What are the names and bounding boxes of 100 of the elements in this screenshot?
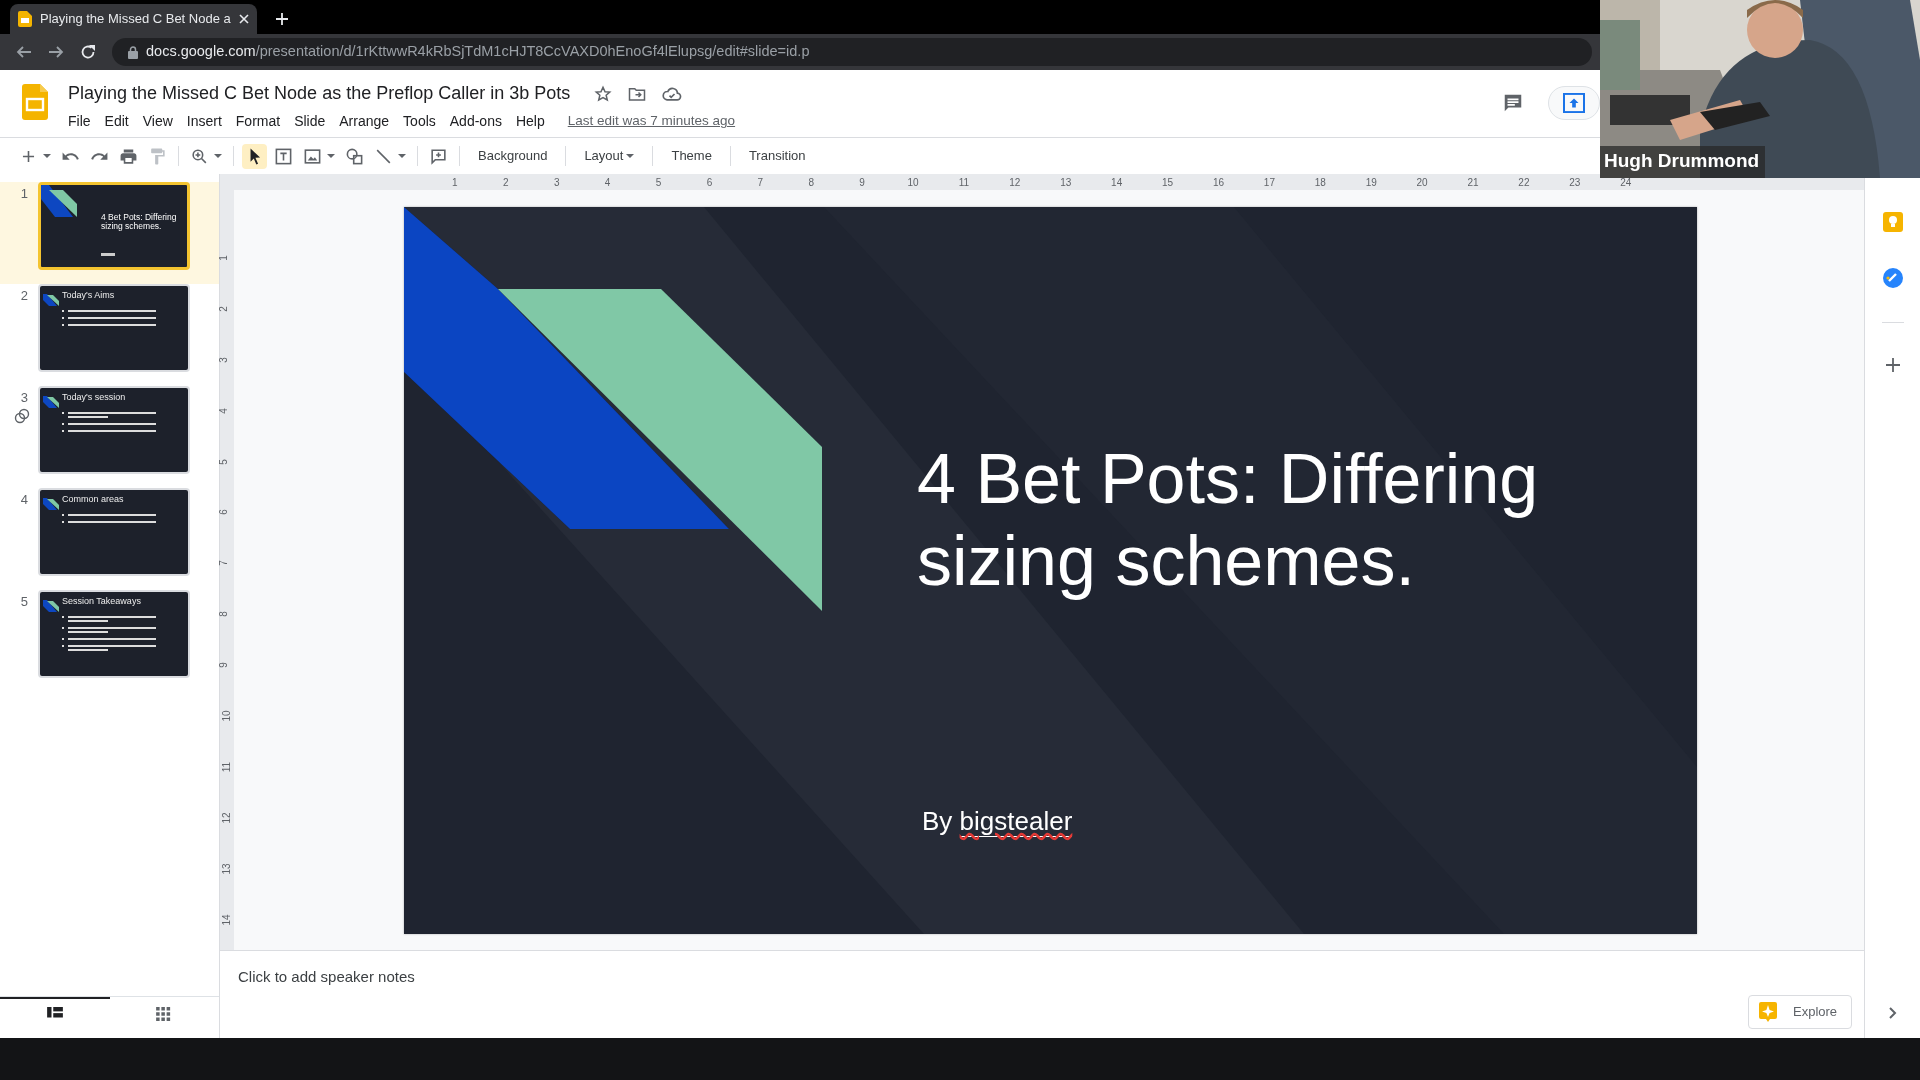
tab-title: Playing the Missed C Bet Node a	[40, 10, 231, 29]
close-icon[interactable]	[238, 14, 249, 24]
ruler-number: 11	[958, 176, 970, 190]
grid-view-icon	[156, 1007, 173, 1021]
text-box-icon	[274, 146, 293, 166]
explore-button[interactable]: Explore	[1748, 995, 1853, 1029]
toolbar-text-button[interactable]: Layout	[574, 143, 645, 169]
ruler-number: 7	[757, 176, 764, 190]
back-icon[interactable]	[16, 44, 32, 60]
url-text: docs.google.com/presentation/d/1rKttwwR4kRbSjTdM1cHJT8CcVAXD0hEnoGf4lElupsg/edit#slide=id.p	[146, 42, 810, 62]
stripe-drawing	[43, 496, 59, 510]
menu-item[interactable]: Edit	[97, 109, 136, 134]
print-icon	[119, 146, 138, 166]
ruler-number: 12	[220, 812, 234, 824]
ruler-number: 1	[452, 176, 458, 190]
lock-icon	[128, 45, 138, 59]
slide-thumbnail[interactable]: Today's session	[38, 386, 190, 474]
slide-byline: By bigstealer	[922, 805, 1073, 839]
toolbar-button[interactable]	[242, 143, 267, 169]
slide-number: 3	[19, 389, 29, 407]
menu-item[interactable]: Arrange	[332, 109, 397, 134]
toolbar-text-button[interactable]: Theme	[661, 143, 722, 169]
ruler-number: 9	[859, 176, 865, 190]
menu-item[interactable]: File	[61, 109, 98, 134]
speaker-notes-field[interactable]: Click to add speaker notes	[236, 965, 836, 990]
thumbnail-title: 4 Bet Pots: Differing sizing schemes.	[101, 213, 178, 232]
ruler-number: 17	[1263, 176, 1275, 190]
address-bar[interactable]: docs.google.com/presentation/d/1rKttwwR4kRbSjTdM1cHJT8CcVAXD0hEnoGf4lElupsg/edit#slide=id.p	[112, 38, 1592, 66]
slides-logo-icon	[18, 11, 32, 27]
slide-thumbnail[interactable]: 4 Bet Pots: Differing sizing schemes.	[38, 182, 190, 270]
star-icon[interactable]	[594, 84, 613, 103]
filmstrip-view-icon	[46, 1007, 63, 1021]
check-circle-icon[interactable]	[1882, 268, 1903, 288]
caret-icon	[214, 154, 222, 158]
ruler-number: 19	[1365, 176, 1377, 190]
reload-icon[interactable]	[80, 44, 96, 60]
slide-number: 2	[19, 287, 29, 305]
slide-thumbnail[interactable]: Session Takeaways	[38, 590, 190, 678]
ruler-number: 12	[1009, 176, 1021, 190]
slide-number: 1	[19, 185, 29, 203]
ruler-number: 14	[1111, 176, 1123, 190]
menu-item[interactable]: Slide	[287, 109, 333, 134]
zoom-icon	[190, 146, 209, 166]
document-title[interactable]: Playing the Missed C Bet Node as the Preflop Caller in 3b Pots	[68, 80, 571, 107]
menu-item[interactable]: Insert	[179, 109, 229, 134]
ruler-number: 14	[220, 914, 234, 926]
forward-icon[interactable]	[48, 44, 64, 60]
ruler-number: 16	[1212, 176, 1225, 190]
ruler-number: 4	[604, 176, 611, 190]
ruler-number: 5	[217, 458, 231, 465]
new-tab-icon[interactable]	[274, 12, 289, 26]
ruler-number: 9	[217, 662, 231, 668]
menu-item[interactable]: Add-ons	[442, 109, 509, 134]
ruler-number: 18	[1314, 176, 1326, 190]
name-label: Hugh Drummond	[1600, 145, 1766, 178]
stripe-drawing	[43, 598, 59, 612]
ruler-number: 15	[1162, 176, 1174, 190]
slide-thumbnail[interactable]: Common areas	[38, 488, 190, 576]
ruler-number: 20	[1416, 176, 1428, 190]
thumbnail-title: Today's Aims	[62, 289, 115, 302]
browser-tab[interactable]: Playing the Missed C Bet Node a	[10, 4, 257, 34]
slide-number: 4	[19, 491, 29, 509]
ruler-number: 2	[217, 306, 231, 312]
menu-item[interactable]: Tools	[396, 109, 443, 134]
ruler-number: 1	[217, 255, 231, 261]
stripe-drawing	[43, 292, 59, 306]
image-icon	[303, 146, 322, 166]
slide-title: 4 Bet Pots: Differing sizing schemes.	[917, 439, 1540, 602]
ruler-number: 13	[1060, 176, 1072, 190]
caret-icon	[398, 154, 406, 158]
ruler-number: 8	[808, 176, 814, 190]
sparkle-icon	[1759, 1002, 1777, 1022]
slides-logo-icon	[22, 84, 48, 120]
thumbnail-title: Today's session	[62, 391, 126, 404]
upload-screen-icon	[1563, 93, 1585, 113]
slide-thumbnail[interactable]: Today's Aims	[38, 284, 190, 372]
last-edit-link[interactable]: Last edit was 7 minutes ago	[567, 111, 736, 132]
folder-icon[interactable]	[628, 85, 647, 102]
menu-item[interactable]: Format	[228, 109, 288, 134]
byline-line-drawing	[101, 253, 115, 256]
thumbnail-title: Common areas	[62, 493, 124, 506]
menu-item[interactable]: View	[135, 109, 180, 134]
thumbnail-title: Session Takeaways	[62, 595, 141, 608]
ruler-number: 10	[907, 176, 919, 190]
paint-roller-icon	[148, 146, 167, 166]
cloud-icon[interactable]	[662, 85, 683, 102]
ruler-number: 3	[217, 356, 231, 363]
ruler-number: 22	[1518, 176, 1530, 190]
ruler-number: 21	[1467, 176, 1479, 190]
present-button[interactable]	[1548, 86, 1600, 120]
ruler-number: 8	[217, 611, 231, 617]
caret-icon	[327, 154, 335, 158]
ruler-number: 13	[220, 863, 234, 875]
caret-icon	[626, 154, 635, 158]
toolbar-text-button[interactable]: Background	[468, 143, 558, 169]
toolbar-text-button[interactable]: Transition	[738, 143, 816, 169]
add-icon[interactable]	[1884, 357, 1901, 373]
menu-item[interactable]: Help	[508, 109, 552, 134]
shapes-icon	[345, 146, 364, 166]
chevron-right-icon[interactable]	[1887, 1006, 1898, 1020]
